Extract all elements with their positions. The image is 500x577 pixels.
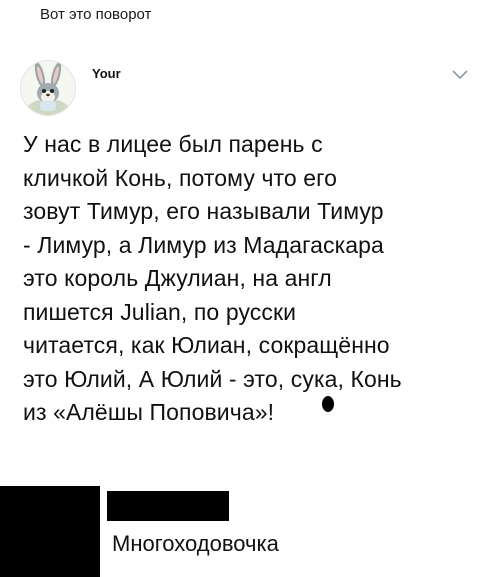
reply-avatar-redacted <box>0 486 100 577</box>
tweet-text: У нас в лицее был парень с кличкой Конь,… <box>23 131 402 425</box>
reply-text: Многоходовочка <box>112 531 279 556</box>
chevron-down-icon[interactable] <box>450 68 470 82</box>
bugs-bunny-avatar-icon <box>26 62 70 115</box>
header-caption: Вот это поворот <box>40 6 152 23</box>
author-name[interactable]: Your <box>92 66 121 81</box>
reply-name-redacted <box>107 491 229 521</box>
censor-mark <box>322 396 334 412</box>
author-avatar[interactable] <box>20 60 76 116</box>
